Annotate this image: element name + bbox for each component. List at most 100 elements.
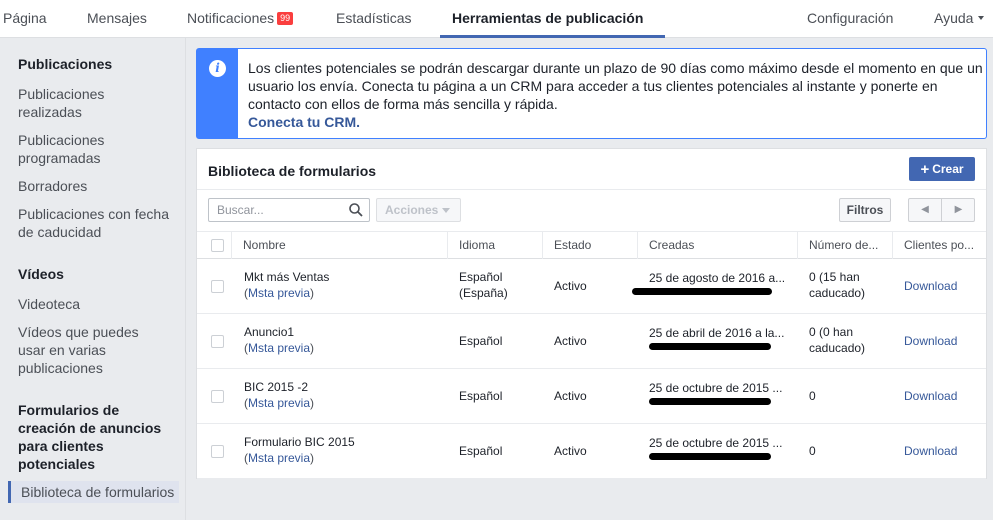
- form-language: Español: [459, 334, 503, 348]
- column-header-creadas[interactable]: Creadas: [637, 232, 797, 259]
- preview-link[interactable]: Msta previa: [248, 396, 310, 410]
- notification-count-badge: 99: [277, 12, 294, 25]
- tab-herramientas-de-publicacion[interactable]: Herramientas de publicación: [452, 0, 643, 38]
- form-name: Mkt más Ventas: [244, 270, 330, 284]
- pagination: ◀ ▶: [908, 198, 975, 222]
- form-status: Activo: [554, 389, 587, 403]
- form-lead-count: 0: [809, 389, 816, 403]
- download-link[interactable]: Download: [904, 388, 957, 404]
- form-created: 25 de octubre de 2015 ...: [649, 381, 783, 395]
- sidebar-section-videos: Vídeos: [18, 266, 64, 282]
- form-library-panel: Biblioteca de formularios +Crear Accione…: [196, 148, 987, 479]
- column-header-estado[interactable]: Estado: [542, 232, 637, 259]
- chevron-right-icon: ▶: [954, 204, 963, 215]
- download-link[interactable]: Download: [904, 443, 957, 459]
- form-created: 25 de octubre de 2015 ...: [649, 436, 783, 450]
- tab-pagina[interactable]: Página: [3, 0, 47, 38]
- tab-configuracion[interactable]: Configuración: [807, 0, 893, 38]
- form-lead-count: 0: [809, 444, 816, 458]
- panel-title: Biblioteca de formularios: [208, 163, 377, 179]
- preview-link[interactable]: Msta previa: [248, 341, 310, 355]
- form-name: Formulario BIC 2015: [244, 435, 355, 449]
- help-menu[interactable]: Ayuda: [934, 0, 985, 38]
- tab-notificaciones[interactable]: Notificaciones 99: [187, 0, 294, 38]
- sidebar-section-publicaciones: Publicaciones: [18, 56, 113, 72]
- preview-link[interactable]: Msta previa: [248, 451, 310, 465]
- plus-icon: +: [920, 161, 930, 178]
- search-icon[interactable]: [349, 203, 363, 217]
- column-header-nombre[interactable]: Nombre: [231, 232, 447, 259]
- row-checkbox[interactable]: [211, 390, 224, 403]
- redaction-mark: [632, 288, 772, 295]
- info-text-block: Los clientes potenciales se podrán desca…: [248, 59, 983, 131]
- info-icon-box: i: [197, 49, 238, 138]
- form-status: Activo: [554, 334, 587, 348]
- filters-button[interactable]: Filtros: [839, 198, 891, 222]
- actions-label: Acciones: [385, 203, 439, 217]
- form-name: Anuncio1: [244, 325, 295, 339]
- sidebar-section-formularios: Formularios de creación de anuncios para…: [18, 402, 162, 472]
- table-row: Formulario BIC 2015 (Msta previa) Españo…: [197, 424, 986, 479]
- column-header-idioma[interactable]: Idioma: [447, 232, 542, 259]
- chevron-down-icon: [442, 208, 451, 213]
- form-language: Español (España): [459, 270, 508, 300]
- redaction-mark: [649, 398, 771, 405]
- previous-page-button[interactable]: ◀: [909, 199, 942, 221]
- redaction-mark: [649, 453, 771, 460]
- divider: [197, 189, 986, 190]
- download-link[interactable]: Download: [904, 278, 957, 294]
- sidebar-item-biblioteca-de-formularios[interactable]: Biblioteca de formularios: [8, 481, 179, 503]
- row-checkbox[interactable]: [211, 280, 224, 293]
- form-created: 25 de agosto de 2016 a...: [649, 271, 786, 285]
- sidebar-item-videoteca[interactable]: Videoteca: [18, 295, 178, 313]
- create-button-label: Crear: [932, 162, 964, 176]
- row-checkbox[interactable]: [211, 445, 224, 458]
- create-button[interactable]: + Crear: [909, 157, 975, 181]
- chevron-left-icon: ◀: [921, 204, 929, 215]
- info-message: Los clientes potenciales se podrán desca…: [248, 60, 983, 112]
- connect-crm-link[interactable]: Conecta tu CRM.: [248, 114, 360, 130]
- preview-wrapper: (Msta previa): [244, 451, 315, 465]
- help-label: Ayuda: [934, 10, 974, 26]
- sidebar-item-publicaciones-programadas[interactable]: Publicaciones programadas: [18, 131, 138, 167]
- select-all-checkbox[interactable]: [211, 239, 224, 252]
- form-created: 25 de abril de 2016 a la...: [649, 326, 785, 340]
- sidebar-item-borradores[interactable]: Borradores: [18, 177, 178, 195]
- preview-link[interactable]: Msta previa: [248, 286, 310, 300]
- search-box: [208, 198, 370, 222]
- form-lead-count: 0 (15 han caducado): [809, 270, 866, 300]
- info-icon: i: [209, 60, 226, 77]
- info-banner: i Los clientes potenciales se podrán des…: [196, 48, 987, 139]
- table-row: Anuncio1 (Msta previa) Español Activo 25…: [197, 314, 986, 369]
- preview-wrapper: (Msta previa): [244, 286, 315, 300]
- row-checkbox[interactable]: [211, 335, 224, 348]
- preview-wrapper: (Msta previa): [244, 396, 315, 410]
- redaction-mark: [649, 343, 771, 350]
- form-lead-count: 0 (0 han caducado): [809, 325, 866, 355]
- table-row: BIC 2015 -2 (Msta previa) Español Activo…: [197, 369, 986, 424]
- column-header-numero[interactable]: Número de...: [797, 232, 892, 259]
- active-tab-indicator: [440, 35, 665, 38]
- column-header-clientes[interactable]: Clientes po...: [892, 232, 986, 259]
- top-nav: Página Mensajes Notificaciones 99 Estadís…: [0, 0, 993, 38]
- tab-estadisticas[interactable]: Estadísticas: [336, 0, 411, 38]
- actions-dropdown[interactable]: Acciones: [376, 198, 461, 222]
- search-input[interactable]: [209, 199, 347, 221]
- sidebar-item-videos-varias-publicaciones[interactable]: Vídeos que puedes usar en varias publica…: [18, 323, 158, 377]
- form-status: Activo: [554, 444, 587, 458]
- download-link[interactable]: Download: [904, 333, 957, 349]
- preview-wrapper: (Msta previa): [244, 341, 315, 355]
- form-name: BIC 2015 -2: [244, 380, 309, 394]
- table-row: Mkt más Ventas (Msta previa) Español (Es…: [197, 259, 986, 314]
- sidebar-item-publicaciones-realizadas[interactable]: Publicaciones realizadas: [18, 85, 138, 121]
- sidebar: Publicaciones Publicaciones realizadas P…: [0, 38, 186, 520]
- tab-notificaciones-label: Notificaciones: [187, 10, 275, 26]
- form-language: Español: [459, 444, 503, 458]
- next-page-button[interactable]: ▶: [942, 199, 975, 221]
- table-header: Nombre Idioma Estado Creadas Número de..…: [197, 231, 986, 259]
- form-status: Activo: [554, 279, 587, 293]
- tab-mensajes[interactable]: Mensajes: [87, 0, 147, 38]
- select-all-cell: [197, 232, 231, 259]
- form-language: Español: [459, 389, 503, 403]
- sidebar-item-publicaciones-caducidad[interactable]: Publicaciones con fecha de caducidad: [18, 205, 178, 241]
